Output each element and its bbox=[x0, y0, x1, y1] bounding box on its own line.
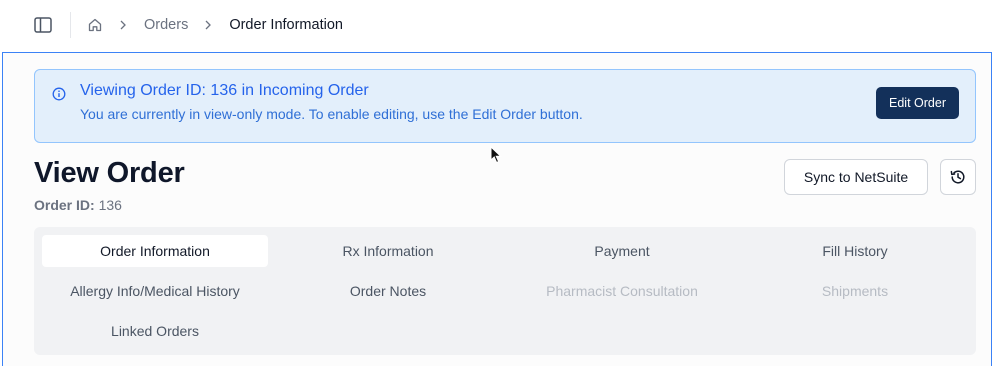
tab-order-information[interactable]: Order Information bbox=[42, 235, 268, 267]
top-bar: Orders Order Information bbox=[0, 0, 992, 51]
order-id-label: Order ID: bbox=[34, 197, 95, 213]
home-icon[interactable] bbox=[87, 17, 103, 33]
sync-to-netsuite-button[interactable]: Sync to NetSuite bbox=[784, 159, 928, 195]
order-id: Order ID: 136 bbox=[34, 197, 122, 213]
alert-message: You are currently in view-only mode. To … bbox=[80, 106, 583, 122]
tab-rx-information[interactable]: Rx Information bbox=[275, 235, 501, 267]
chevron-right-icon bbox=[117, 19, 129, 31]
order-id-value: 136 bbox=[98, 197, 122, 213]
breadcrumb-link-orders[interactable]: Orders bbox=[144, 17, 188, 33]
info-circle-icon bbox=[52, 87, 66, 101]
history-icon bbox=[949, 168, 967, 186]
tab-allergy-info[interactable]: Allergy Info/Medical History bbox=[42, 275, 268, 307]
sidebar-toggle-icon[interactable] bbox=[33, 15, 53, 35]
divider bbox=[70, 12, 71, 38]
chevron-right-icon bbox=[202, 19, 214, 31]
edit-order-button[interactable]: Edit Order bbox=[876, 87, 959, 119]
breadcrumb-current: Order Information bbox=[229, 17, 343, 33]
tab-shipments: Shipments bbox=[821, 283, 889, 299]
view-only-alert: Viewing Order ID: 136 in Incoming Order … bbox=[34, 69, 976, 143]
tab-linked-orders[interactable]: Linked Orders bbox=[42, 315, 268, 347]
page-title: View Order bbox=[34, 157, 185, 189]
mouse-pointer-icon bbox=[490, 145, 502, 164]
tab-order-notes[interactable]: Order Notes bbox=[275, 275, 501, 307]
order-tabs: Order Information Rx Information Payment… bbox=[34, 227, 976, 355]
alert-title: Viewing Order ID: 136 in Incoming Order bbox=[80, 82, 369, 99]
history-button[interactable] bbox=[940, 159, 976, 195]
tab-fill-history[interactable]: Fill History bbox=[742, 235, 968, 267]
tab-payment[interactable]: Payment bbox=[509, 235, 735, 267]
breadcrumb: Orders Order Information bbox=[87, 14, 343, 36]
tab-pharmacist-consultation: Pharmacist Consultation bbox=[546, 283, 698, 299]
